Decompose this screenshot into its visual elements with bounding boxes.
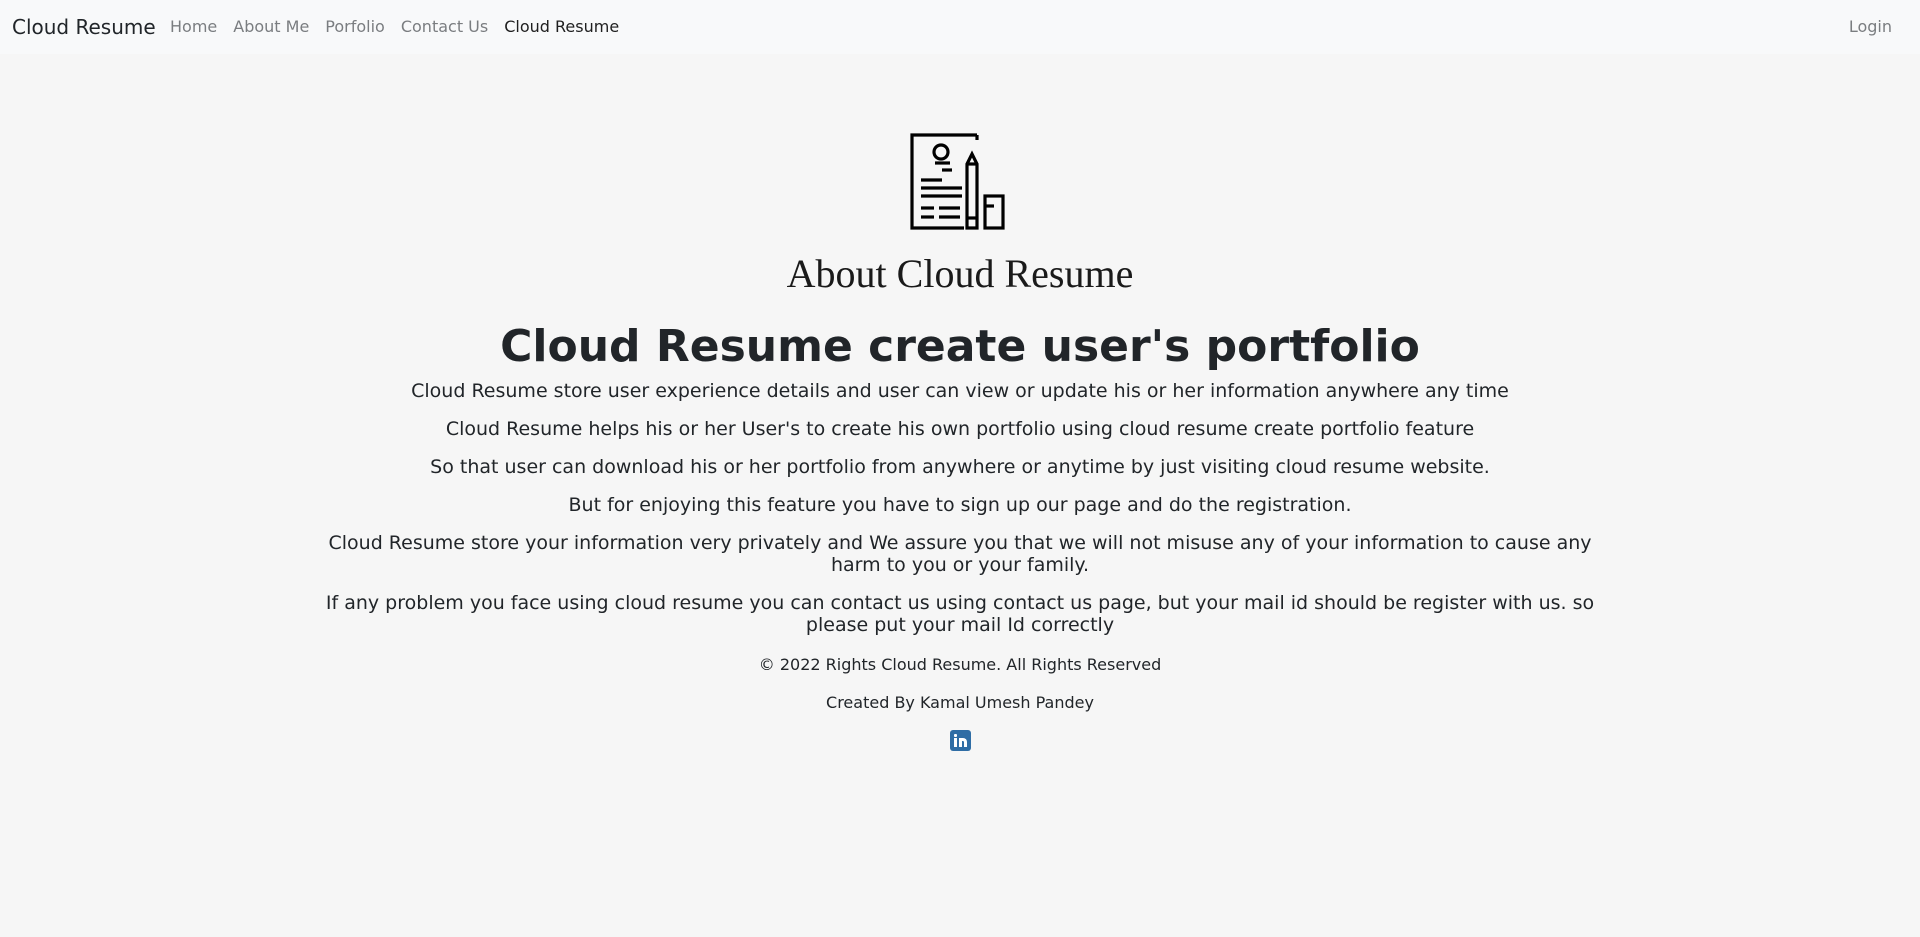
copyright-text: © 2022 Rights Cloud Resume. All Rights R…	[758, 655, 1162, 674]
login-link[interactable]: Login	[1849, 17, 1892, 37]
linkedin-icon-n-arc	[961, 738, 967, 747]
nav-link-home[interactable]: Home	[170, 17, 217, 37]
navbar: Cloud Resume Home About Me Porfolio Cont…	[0, 0, 1920, 54]
linkedin-icon-dot	[954, 734, 957, 737]
nav-links: Home About Me Porfolio Contact Us Cloud …	[170, 17, 635, 37]
nav-link-about-me[interactable]: About Me	[233, 17, 309, 37]
brand-link[interactable]: Cloud Resume	[12, 14, 156, 40]
created-by-text: Created By Kamal Umesh Pandey	[826, 693, 1094, 712]
description-paragraph: Cloud Resume store user experience detai…	[411, 380, 1509, 402]
description-paragraph: But for enjoying this feature you have t…	[568, 494, 1352, 516]
nav-link-portfolio[interactable]: Porfolio	[325, 17, 385, 37]
nav-link-contact-us[interactable]: Contact Us	[401, 17, 488, 37]
description-paragraph: Cloud Resume helps his or her User's to …	[445, 418, 1475, 440]
page-headline: Cloud Resume create user's portfolio	[500, 321, 1420, 372]
linkedin-icon-i	[954, 738, 957, 747]
description-paragraph: Cloud Resume store your information very…	[328, 532, 1592, 576]
linkedin-icon[interactable]	[950, 730, 971, 751]
description-paragraph: So that user can download his or her por…	[430, 456, 1490, 478]
resume-document-icon	[910, 133, 1005, 230]
description-section: Cloud Resume store user experience detai…	[308, 380, 1612, 652]
description-paragraph: If any problem you face using cloud resu…	[325, 592, 1595, 636]
about-title: About Cloud Resume	[786, 251, 1134, 296]
nav-link-cloud-resume[interactable]: Cloud Resume	[504, 17, 619, 37]
logo-container	[0, 132, 1920, 232]
